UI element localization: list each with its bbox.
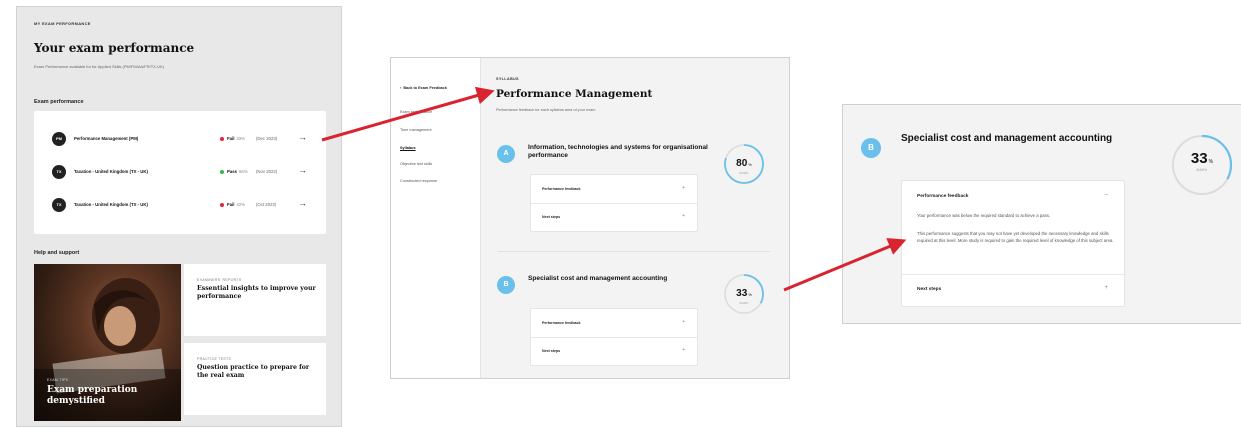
syllabus-panel: ‹ Back to Exam Feedback Exam performance… [390,57,790,379]
card-title: Question practice to prepare for the rea… [197,364,310,379]
sidebar-item-syllabus[interactable]: Syllabus [400,146,416,150]
page-title: Performance Management [496,88,653,100]
exam-badge: TX [52,165,66,179]
accordion-item-performance-feedback[interactable]: Performance feedback [917,194,968,199]
exam-row[interactable]: PM Performance Management (PM) Fail 33% (… [52,129,310,149]
page-eyebrow: SYLLABUS [496,77,519,81]
area-detail-panel: B Specialist cost and management account… [842,104,1241,324]
card-label: PRACTICE TESTS [197,357,232,361]
arrow-right-icon[interactable]: → [298,165,307,175]
score-readout: 80% MARK [736,158,752,175]
exam-name: Taxation - United Kingdom (TX - UK) [74,169,148,174]
arrow-right-icon[interactable]: → [298,198,307,208]
exam-date: (Nov 2022) [256,169,278,174]
exam-list-card: PM Performance Management (PM) Fail 33% (… [34,111,326,234]
accordion-item-next-steps[interactable]: Next steps [542,215,560,219]
plus-icon[interactable]: + [682,347,685,353]
plus-icon[interactable]: + [682,185,685,191]
exam-result: Fail 42% [227,202,246,207]
sidebar-item-time-management[interactable]: Time management [400,128,432,132]
card-label: EXAM TIPS [47,378,69,382]
card-title: Exam preparation demystified [47,385,138,406]
minus-icon[interactable]: – [1105,192,1108,198]
exam-row[interactable]: TX Taxation - United Kingdom (TX - UK) F… [52,195,310,215]
score-readout: 33% MARK [736,288,752,305]
area-accordion: Performance feedback + Next steps + [530,174,698,232]
area-letter-badge: B [497,276,515,294]
exam-date: (Oct 2022) [256,202,277,207]
area-name: Information, technologies and systems fo… [528,144,708,159]
divider [498,251,770,252]
area-name: Specialist cost and management accountin… [901,133,1113,144]
feedback-paragraph: This performance suggests that you may n… [917,231,1114,243]
status-dot-icon [220,170,224,174]
exam-performance-panel: MY EXAM PERFORMANCE Your exam performanc… [16,6,342,427]
page-eyebrow: MY EXAM PERFORMANCE [34,21,91,26]
exam-tips-card[interactable]: EXAM TIPS Exam preparation demystified [34,264,181,421]
exam-date: (Dec 2023) [256,136,278,141]
page-subtitle: Exam Performance available for for Appli… [34,64,165,69]
plus-icon[interactable]: + [682,319,685,325]
plus-icon[interactable]: + [682,213,685,219]
syllabus-main: SYLLABUS Performance Management Performa… [481,58,789,378]
card-label: EXAMINERS' REPORTS [197,278,242,282]
accordion-item-next-steps[interactable]: Next steps [542,349,560,353]
exam-badge: PM [52,132,66,146]
area-name: Specialist cost and management accountin… [528,275,668,282]
practice-tests-card[interactable]: PRACTICE TESTS Question practice to prep… [184,343,326,415]
sidebar: ‹ Back to Exam Feedback Exam performance… [391,58,481,378]
area-accordion: Performance feedback + Next steps + [530,308,698,366]
sidebar-item-objective-test-skills[interactable]: Objective test skills [400,162,432,166]
section-heading-help: Help and support [34,250,80,256]
exam-result: Fail 33% [227,136,246,141]
page-subtitle: Performance feedback for each syllabus a… [496,108,596,112]
exam-badge: TX [52,198,66,212]
feedback-paragraph: Your performance was below the required … [917,213,1051,218]
area-letter-badge: B [861,138,881,158]
sidebar-item-exam-performance[interactable]: Exam performance [400,110,432,114]
status-dot-icon [220,203,224,207]
back-link[interactable]: ‹ Back to Exam Feedback [400,86,447,90]
arrow-right-icon[interactable]: → [298,132,307,142]
accordion-item-next-steps[interactable]: Next steps [917,287,941,292]
accordion-item-performance-feedback[interactable]: Performance feedback [542,321,581,325]
feedback-accordion: Performance feedback – Your performance … [901,180,1125,307]
section-heading-exam-performance: Exam performance [34,99,84,105]
exam-name: Performance Management (PM) [74,136,139,141]
exam-result: Pass 66% [227,169,248,174]
sidebar-item-constructed-response[interactable]: Constructed response [400,179,437,183]
card-title: Essential insights to improve your perfo… [197,285,316,300]
examiners-reports-card[interactable]: EXAMINERS' REPORTS Essential insights to… [184,264,326,336]
plus-icon[interactable]: + [1104,285,1108,291]
accordion-item-performance-feedback[interactable]: Performance feedback [542,187,581,191]
page-title: Your exam performance [34,41,195,55]
exam-row[interactable]: TX Taxation - United Kingdom (TX - UK) P… [52,162,310,182]
exam-name: Taxation - United Kingdom (TX - UK) [74,202,148,207]
status-dot-icon [220,137,224,141]
area-letter-badge: A [497,145,515,163]
score-readout: 33% MARK [1190,150,1214,172]
